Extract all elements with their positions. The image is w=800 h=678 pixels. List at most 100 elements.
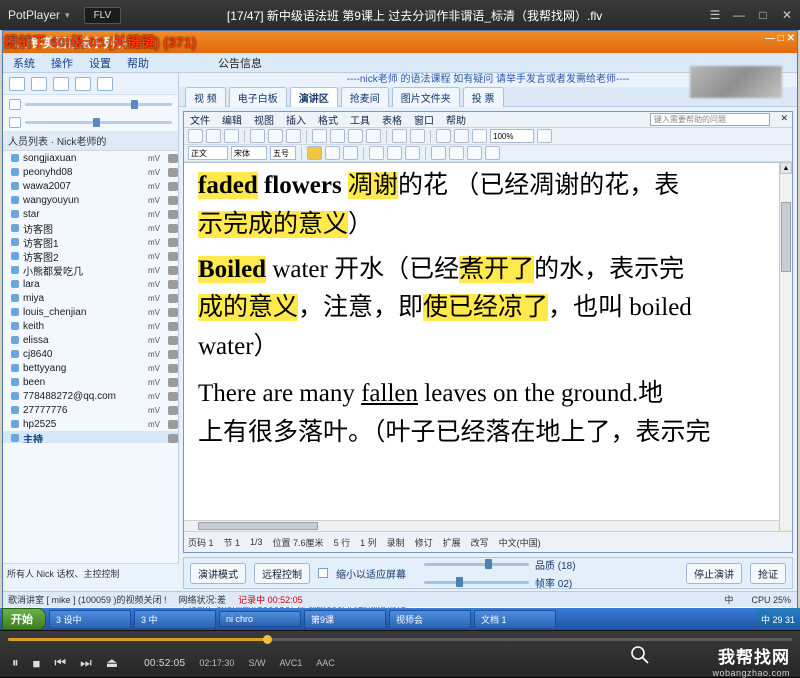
seek-row[interactable] [0, 631, 800, 647]
open-icon[interactable] [206, 129, 221, 143]
undo-icon[interactable] [392, 129, 407, 143]
yy-status-ime[interactable]: 中 [724, 593, 739, 606]
user-list-item[interactable]: songjiaxuan mV [3, 151, 178, 165]
save-icon[interactable] [224, 129, 239, 143]
user-list-item[interactable]: 778488272@qq.com mV [3, 389, 178, 403]
user-mic-icon[interactable] [168, 195, 178, 205]
mic-icon[interactable] [53, 76, 69, 91]
doc-menu-window[interactable]: 窗口 [414, 112, 434, 127]
document-page[interactable]: faded flowers 凋谢的花 （已经凋谢的花，表 示完成的意义） Boi… [184, 162, 792, 530]
taskbar-item-3[interactable]: ni chro [219, 611, 301, 627]
speaker-slider-knob[interactable] [92, 117, 100, 127]
redo-icon[interactable] [410, 129, 425, 143]
minimize-icon[interactable]: — [732, 8, 746, 22]
doc-status-ext[interactable]: 扩展 [443, 536, 461, 549]
seek-handle[interactable] [262, 635, 272, 644]
chevron-down-icon[interactable]: ▾ [65, 10, 70, 21]
user-list-item[interactable]: cj8640 mV [3, 347, 178, 361]
user-mic-icon[interactable] [168, 363, 178, 373]
new-doc-icon[interactable] [188, 129, 203, 143]
copy-icon[interactable] [330, 129, 345, 143]
yy-menu-settings[interactable]: 设置 [89, 55, 111, 71]
user-list-item[interactable]: wawa2007 mV [3, 179, 178, 193]
yy-tab[interactable]: 视 频 [185, 86, 226, 107]
user-mic-icon[interactable] [168, 377, 178, 387]
user-list-item[interactable]: been mV [3, 375, 178, 389]
user-list-item[interactable]: 访客图2 mV [3, 249, 178, 264]
user-list-item[interactable]: elissa mV [3, 333, 178, 347]
menu-icon[interactable]: ☰ [708, 8, 722, 22]
doc-menu-tools[interactable]: 工具 [350, 112, 370, 127]
format-painter-icon[interactable] [366, 129, 381, 143]
taskbar-item-1[interactable]: 3 设中 [49, 609, 131, 629]
user-list-item[interactable]: star mV [3, 207, 178, 221]
doc-status-lang[interactable]: 中文(中国) [499, 536, 541, 549]
user-mic-icon[interactable] [168, 419, 178, 429]
system-tray[interactable]: 中 29 31 [755, 608, 800, 630]
paste-icon[interactable] [348, 129, 363, 143]
stop-presentation-button[interactable]: 停止演讲 [686, 562, 742, 584]
doc-help-search-input[interactable]: 键入需要帮助的问题 [650, 113, 770, 126]
scroll-thumb[interactable] [781, 202, 791, 272]
user-mic-icon[interactable] [168, 349, 178, 359]
user-mic-icon[interactable] [168, 405, 178, 415]
scroll-up-icon[interactable]: ▲ [780, 162, 792, 174]
yy-tab[interactable]: 投 票 [462, 86, 504, 107]
doc-menu-insert[interactable]: 插入 [286, 112, 306, 127]
doc-status-ovr[interactable]: 改写 [471, 536, 489, 549]
play-pause-button[interactable]: ⏸ [12, 655, 19, 671]
font-size-select[interactable]: 五号 [270, 146, 296, 160]
yy-tab[interactable]: 图片文件夹 [391, 86, 460, 107]
user-list-item[interactable]: hp2525 mV [3, 417, 178, 431]
remote-control-button[interactable]: 远程控制 [254, 562, 310, 584]
highlight-color-icon[interactable] [467, 146, 482, 160]
user-list-item[interactable]: bettyyang mV [3, 361, 178, 375]
quality-slider[interactable] [424, 558, 529, 569]
start-button[interactable]: 开始 [2, 608, 46, 630]
yy-menu-help[interactable]: 帮助 [127, 55, 149, 71]
presentation-mode-button[interactable]: 演讲模式 [190, 562, 246, 584]
user-mic-icon[interactable] [168, 391, 178, 401]
user-list-item[interactable]: wangyouyun mV [3, 193, 178, 207]
mic-slider-track[interactable] [25, 99, 172, 109]
doc-status-trk[interactable]: 修订 [415, 536, 433, 549]
doc-vertical-scrollbar[interactable]: ▲ [779, 162, 792, 530]
yy-tab[interactable]: 抢麦间 [340, 86, 389, 107]
doc-close-icon[interactable]: ✕ [780, 113, 788, 124]
doc-menu-table[interactable]: 表格 [382, 112, 402, 127]
user-list-item[interactable]: 访客图 mV [3, 221, 178, 236]
italic-icon[interactable] [325, 146, 340, 160]
previous-button[interactable]: ⏮ [54, 655, 66, 671]
person-icon[interactable] [31, 76, 47, 91]
style-select[interactable]: 正文 [188, 146, 228, 160]
doc-menu-view[interactable]: 视图 [254, 112, 274, 127]
mic-slider-knob[interactable] [130, 99, 138, 109]
user-list-item[interactable]: louis_chenjian mV [3, 305, 178, 319]
fit-screen-checkbox[interactable] [318, 568, 328, 578]
bold-icon[interactable] [307, 146, 322, 160]
user-mic-icon[interactable] [168, 335, 178, 345]
numbered-list-icon[interactable] [431, 146, 446, 160]
doc-menu-format[interactable]: 格式 [318, 112, 338, 127]
cut-icon[interactable] [312, 129, 327, 143]
yy-tab[interactable]: 电子白板 [228, 86, 287, 107]
font-name-select[interactable]: 宋体 [231, 146, 267, 160]
user-mic-icon[interactable] [168, 223, 178, 233]
camera-icon[interactable] [97, 76, 113, 91]
speaker-volume-slider[interactable] [3, 113, 178, 131]
yy-menu-system[interactable]: 系统 [13, 55, 35, 71]
grid-icon[interactable] [9, 76, 25, 91]
user-mic-icon[interactable] [168, 433, 178, 443]
user-list[interactable]: songjiaxuan mV peonyhd08 mV wawa2007 mV wangyo… [3, 151, 178, 443]
user-mic-icon[interactable] [168, 293, 178, 303]
doc-menu-file[interactable]: 文件 [190, 112, 210, 127]
yy-menu-operate[interactable]: 操作 [51, 55, 73, 71]
stop-button[interactable]: ■ [33, 656, 41, 671]
print-preview-icon[interactable] [268, 129, 283, 143]
user-list-item[interactable]: keith mV [3, 319, 178, 333]
close-icon[interactable]: ✕ [780, 8, 794, 22]
doc-menu-edit[interactable]: 编辑 [222, 112, 242, 127]
user-list-item[interactable]: 主持 [3, 431, 178, 443]
help-icon[interactable] [537, 129, 552, 143]
speaker-slider-track[interactable] [25, 117, 172, 127]
